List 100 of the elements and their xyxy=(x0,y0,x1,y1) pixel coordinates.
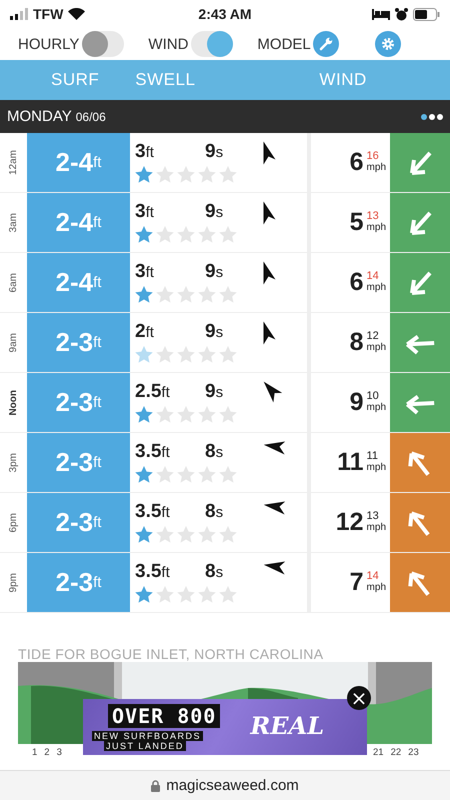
star-icon xyxy=(219,166,237,183)
hour-label: 1 xyxy=(32,747,38,758)
time-label: 3pm xyxy=(8,452,19,472)
unit-label: mph xyxy=(366,463,386,474)
signal-icon xyxy=(10,8,28,20)
toggle-knob[interactable] xyxy=(207,31,234,57)
star-icon xyxy=(177,466,195,483)
toggle-switch[interactable] xyxy=(191,31,234,57)
settings-button[interactable] xyxy=(374,31,401,57)
toggle-label: WIND xyxy=(148,36,188,52)
star-icon xyxy=(177,346,195,363)
time-label: 9am xyxy=(8,332,19,352)
ad-text: NEW SURFBOARDS xyxy=(92,730,204,740)
page-dot[interactable] xyxy=(429,114,435,120)
brand-logo: REAL xyxy=(250,710,324,740)
unit-label: mph xyxy=(366,343,386,354)
star-icon xyxy=(156,466,174,483)
star-icon xyxy=(219,286,237,303)
star-icon xyxy=(135,226,153,243)
unit-label: mph xyxy=(366,523,386,534)
wind-speed: 6 xyxy=(350,148,364,177)
star-icon xyxy=(177,586,195,603)
wind-speed: 6 xyxy=(350,268,364,297)
surf-height: 2-3ft xyxy=(27,493,130,552)
star-icon xyxy=(198,286,216,303)
swell-height: 3.5ft xyxy=(135,501,170,523)
ad-headline: OVER 800 xyxy=(108,704,220,728)
star-icon xyxy=(135,406,153,423)
star-icon xyxy=(156,286,174,303)
column-header: SURF xyxy=(51,70,100,90)
bed-icon xyxy=(372,8,390,20)
star-icon xyxy=(135,346,153,363)
unit-label: mph xyxy=(366,403,386,414)
star-icon xyxy=(219,526,237,543)
surf-height: 2-3ft xyxy=(27,433,130,492)
wind-speed: 9 xyxy=(350,388,364,417)
hour-label: 21 xyxy=(373,747,384,758)
star-icon xyxy=(198,466,216,483)
hour-label: 22 xyxy=(390,747,402,758)
swell-period: 8s xyxy=(205,501,224,523)
swell-height: 3ft xyxy=(135,141,154,163)
swell-period: 9s xyxy=(205,321,224,343)
wind-speed: 11 xyxy=(337,448,364,477)
swell-height: 2.5ft xyxy=(135,381,170,403)
wind-speed: 12 xyxy=(336,508,364,537)
star-icon xyxy=(156,406,174,423)
surf-height: 2-3ft xyxy=(27,553,130,612)
star-icon xyxy=(156,166,174,183)
clock-time: 2:43 AM xyxy=(198,6,252,22)
day-name: MONDAY xyxy=(7,108,72,125)
surf-height: 2-3ft xyxy=(27,313,130,372)
star-icon xyxy=(198,586,216,603)
star-icon xyxy=(219,226,237,243)
swell-height: 2ft xyxy=(135,321,154,343)
page-dot[interactable] xyxy=(437,114,443,120)
time-label: Noon xyxy=(8,390,19,416)
surf-height: 2-4ft xyxy=(27,253,130,312)
star-icon xyxy=(177,286,195,303)
star-icon xyxy=(177,226,195,243)
star-icon xyxy=(198,226,216,243)
gust-speed: 11 xyxy=(366,451,379,462)
star-icon xyxy=(135,526,153,543)
star-icon xyxy=(198,166,216,183)
wind-speed: 7 xyxy=(350,568,364,597)
gust-speed: 12 xyxy=(366,331,380,342)
star-icon xyxy=(219,586,237,603)
page-dot[interactable] xyxy=(421,114,427,120)
time-label: 3am xyxy=(8,212,19,232)
gust-speed: 10 xyxy=(366,391,380,402)
gust-speed: 13 xyxy=(366,211,380,222)
alarm-icon xyxy=(394,8,408,20)
toggle-switch[interactable] xyxy=(82,31,124,57)
battery-icon xyxy=(412,8,440,20)
hour-label: 3 xyxy=(56,747,62,758)
star-icon xyxy=(135,286,153,303)
wind-speed: 8 xyxy=(350,328,364,357)
tide-title: TIDE FOR BOGUE INLET, NORTH CAROLINA xyxy=(17,645,324,662)
wrench-icon xyxy=(318,37,333,51)
time-label: 12am xyxy=(8,150,19,175)
hour-label: 23 xyxy=(408,747,419,758)
model-button[interactable] xyxy=(312,31,339,57)
day-date: 06/06 xyxy=(76,110,106,124)
url-bar[interactable]: magicseaweed.com xyxy=(0,770,450,800)
time-label: 6am xyxy=(8,272,19,292)
star-icon xyxy=(156,526,174,543)
time-label: 6pm xyxy=(8,512,19,532)
unit-label: mph xyxy=(366,223,386,234)
toggle-knob[interactable] xyxy=(82,31,108,57)
column-header: WIND xyxy=(319,70,367,90)
swell-period: 9s xyxy=(205,261,224,283)
surf-height: 2-4ft xyxy=(27,133,130,192)
gust-speed: 16 xyxy=(366,151,380,162)
gust-speed: 14 xyxy=(366,571,380,582)
swell-height: 3.5ft xyxy=(135,441,170,463)
star-icon xyxy=(219,406,237,423)
star-icon xyxy=(135,166,153,183)
carrier-name: TFW xyxy=(33,6,64,22)
swell-period: 9s xyxy=(205,141,224,163)
hour-label: 2 xyxy=(44,747,50,758)
swell-period: 9s xyxy=(205,381,224,403)
